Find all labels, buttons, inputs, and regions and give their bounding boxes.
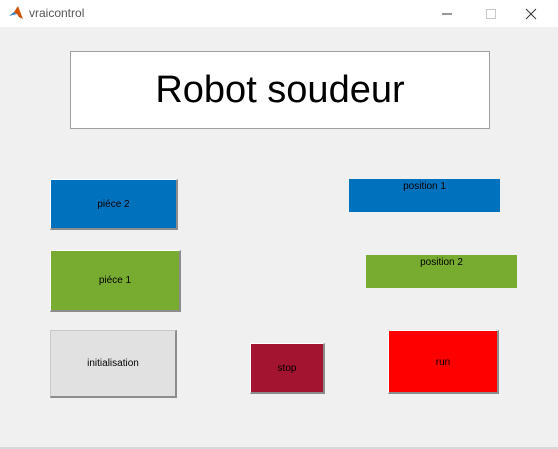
piece-1-button[interactable]: piéce 1 (50, 250, 181, 312)
minimize-button[interactable] (427, 0, 467, 27)
title-bar: vraicontrol (0, 0, 558, 27)
stop-button[interactable]: stop (250, 343, 325, 394)
position-1-button[interactable]: position 1 (349, 179, 500, 212)
minimize-icon (442, 13, 452, 14)
close-button[interactable] (511, 0, 551, 27)
maximize-icon (486, 8, 496, 19)
window-title: vraicontrol (29, 6, 85, 20)
piece-2-button[interactable]: piéce 2 (50, 179, 178, 230)
run-button[interactable]: run (388, 330, 499, 394)
matlab-icon (9, 6, 23, 19)
initialisation-button[interactable]: initialisation (50, 330, 177, 398)
app-title-panel: Robot soudeur (70, 51, 490, 129)
position-2-button[interactable]: position 2 (366, 255, 517, 288)
close-icon (525, 8, 537, 19)
maximize-button[interactable] (471, 0, 511, 27)
